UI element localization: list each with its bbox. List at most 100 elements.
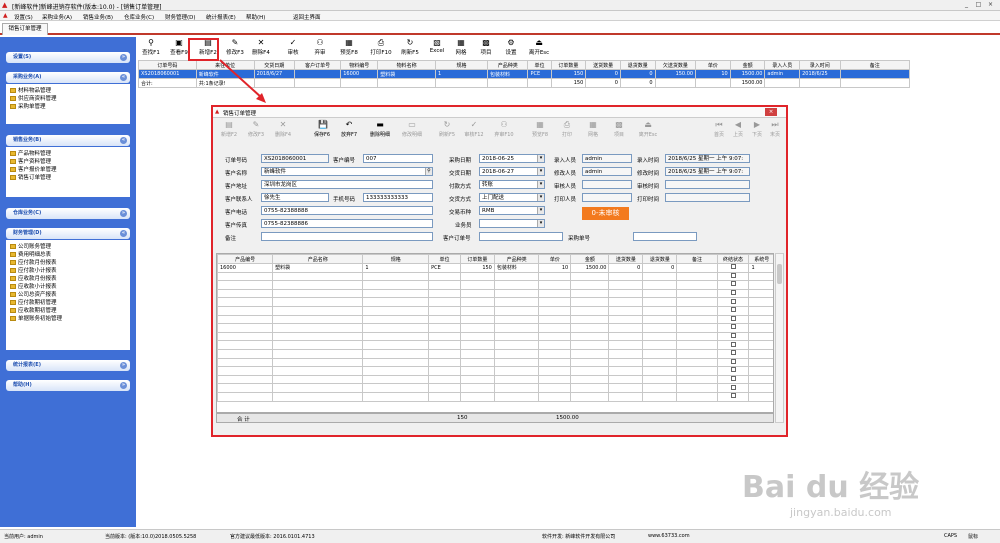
toolbar-button-3[interactable]: ✎ 修改F3	[222, 37, 248, 58]
detail-empty-row[interactable]	[217, 323, 773, 333]
checkbox-icon[interactable]	[730, 376, 736, 382]
menu-reports[interactable]: 统计报表(E)	[206, 13, 236, 21]
column-header[interactable]: 产品种类	[487, 60, 529, 70]
sidebar-group-reports[interactable]: 统计报表(E) »	[6, 360, 130, 371]
detail-row[interactable]: 16000 塑料袋 1 PCE 150 包装材料 10 1500.00 0 0 1	[217, 263, 773, 273]
column-header[interactable]: 订单号码	[138, 60, 197, 70]
currency-select[interactable]: RMB ▾	[479, 206, 545, 215]
menu-finance[interactable]: 财务管理(D)	[165, 13, 196, 21]
sidebar-item[interactable]: 费用明细总表	[6, 251, 130, 259]
detail-column-header[interactable]: 产品种类	[493, 254, 540, 264]
tab-sales-order[interactable]: 销售订单管理	[2, 23, 48, 35]
detail-column-header[interactable]: 退货数量	[642, 254, 678, 264]
detail-empty-row[interactable]	[217, 383, 773, 393]
detail-empty-row[interactable]	[217, 271, 773, 282]
menu-purchase[interactable]: 采购业务(A)	[42, 13, 72, 21]
sidebar-item[interactable]: 单据账务初始管理	[6, 315, 130, 323]
end-status-checkbox[interactable]	[716, 263, 750, 273]
column-header[interactable]: 物料编号	[340, 60, 379, 70]
detail-empty-row[interactable]	[217, 331, 773, 342]
column-header[interactable]: 备注	[839, 60, 911, 70]
purchase-no-field[interactable]	[633, 232, 697, 241]
dialog-close-button[interactable]: ×	[765, 108, 777, 116]
checkbox-icon[interactable]	[730, 341, 736, 347]
menu-settings[interactable]: 设置(S)	[14, 13, 33, 21]
toolbar-button-9[interactable]: ↻ 刷新F5	[396, 37, 424, 58]
dialog-toolbar-button-5[interactable]: ▬ 删除明细	[365, 121, 395, 141]
minimize-button[interactable]: _	[962, 1, 971, 9]
dialog-toolbar-button-3[interactable]: 💾 保存F6	[309, 121, 335, 141]
detail-empty-row[interactable]	[217, 374, 773, 385]
maximize-button[interactable]: □	[974, 1, 983, 9]
dropdown-icon[interactable]: ▾	[537, 207, 544, 214]
purchase-date-field[interactable]: 2018-06-25 ▾	[479, 154, 545, 163]
dialog-toolbar-button-15[interactable]: ⏮ 首页	[710, 121, 728, 141]
cust-order-field[interactable]	[479, 232, 563, 241]
column-header[interactable]: 订单数量	[550, 60, 587, 70]
sidebar-item[interactable]: 应付款小计报表	[6, 267, 130, 275]
checkbox-icon[interactable]	[730, 358, 736, 364]
checkbox-icon[interactable]	[730, 281, 736, 287]
checkbox-icon[interactable]	[730, 273, 736, 278]
dropdown-icon[interactable]: ▾	[537, 220, 544, 227]
salesman-select[interactable]: ▾	[479, 219, 545, 228]
toolbar-button-6[interactable]: ⚇ 弃审	[307, 37, 333, 58]
detail-empty-row[interactable]	[217, 288, 773, 299]
checkbox-icon[interactable]	[730, 350, 736, 356]
sidebar-item[interactable]: 应付款月份报表	[6, 259, 130, 267]
dialog-toolbar-button-18[interactable]: ⏭ 末页	[766, 121, 784, 141]
expand-icon[interactable]: »	[120, 210, 127, 217]
close-button[interactable]: ×	[986, 1, 995, 9]
dialog-toolbar-button-9[interactable]: ⚇ 弃审F10	[489, 121, 519, 141]
dropdown-icon[interactable]: ▾	[537, 155, 544, 162]
dialog-toolbar-button-13[interactable]: ▩ 项目	[607, 121, 631, 141]
dropdown-icon[interactable]: ▾	[537, 194, 544, 201]
toolbar-button-11[interactable]: ▦ 网格	[449, 37, 473, 58]
sidebar-group-warehouse[interactable]: 仓库业务(C) »	[6, 208, 130, 219]
column-header[interactable]: 规格	[435, 60, 489, 70]
sidebar-group-finance[interactable]: 财务管理(D) «	[6, 228, 130, 239]
detail-column-header[interactable]: 系统号	[748, 254, 773, 264]
sidebar-item[interactable]: 采购单管理	[6, 103, 130, 111]
order-no-field[interactable]: XS2018060001	[261, 154, 329, 163]
search-icon[interactable]: ⚲	[425, 168, 432, 175]
dialog-toolbar-button-10[interactable]: ▦ 预览F8	[526, 121, 554, 141]
column-header[interactable]: 单位	[527, 60, 552, 70]
expand-icon[interactable]: »	[120, 54, 127, 61]
dialog-toolbar-button-0[interactable]: ▤ 新增F2	[216, 121, 242, 141]
toolbar-button-8[interactable]: ⎙ 打印F10	[366, 37, 396, 58]
column-header[interactable]: 物料名称	[377, 60, 437, 70]
pay-method-select[interactable]: 转账 ▾	[479, 180, 545, 189]
detail-empty-row[interactable]	[217, 366, 773, 376]
detail-empty-row[interactable]	[217, 314, 773, 325]
checkbox-icon[interactable]	[730, 333, 736, 339]
toolbar-button-13[interactable]: ⚙ 设置	[499, 37, 523, 58]
expand-icon[interactable]: »	[120, 362, 127, 369]
menu-warehouse[interactable]: 仓库业务(C)	[124, 13, 154, 21]
detail-empty-row[interactable]	[217, 305, 773, 316]
sidebar-group-help[interactable]: 帮助(H) »	[6, 380, 130, 391]
toolbar-button-0[interactable]: ⚲ 查找F1	[138, 37, 164, 58]
sidebar-group-purchase[interactable]: 采购业务(A) «	[6, 72, 130, 83]
contact-field[interactable]: 徐先生	[261, 193, 329, 202]
detail-column-header[interactable]: 送货数量	[608, 254, 644, 264]
sidebar-item[interactable]: 应收款期初管理	[6, 307, 130, 315]
delivery-method-select[interactable]: 上门配送 ▾	[479, 193, 545, 202]
toolbar-button-10[interactable]: ▧ Excel	[425, 37, 449, 58]
column-header[interactable]: 退货数量	[619, 60, 656, 70]
column-header[interactable]: 欠送货数量	[654, 60, 697, 70]
detail-column-header[interactable]: 金额	[570, 254, 610, 264]
dropdown-icon[interactable]: ▾	[537, 168, 544, 175]
mobile-field[interactable]: 133333333333	[363, 193, 433, 202]
dialog-toolbar-button-14[interactable]: ⏏ 离开Esc	[633, 121, 663, 141]
menu-help[interactable]: 帮助(H)	[246, 13, 265, 21]
toolbar-button-7[interactable]: ▦ 预览F8	[334, 37, 364, 58]
checkbox-icon[interactable]	[730, 367, 736, 373]
toolbar-button-4[interactable]: ✕ 删除F4	[248, 37, 274, 58]
dialog-toolbar-button-8[interactable]: ✓ 审核F12	[461, 121, 487, 141]
sidebar-item-sales-order[interactable]: 销售订单管理	[6, 174, 130, 182]
dropdown-icon[interactable]: ▾	[537, 181, 544, 188]
detail-column-header[interactable]: 产品编号	[217, 254, 274, 264]
detail-column-header[interactable]: 单价	[538, 254, 572, 264]
dialog-toolbar-button-2[interactable]: ✕ 删除F4	[270, 121, 296, 141]
